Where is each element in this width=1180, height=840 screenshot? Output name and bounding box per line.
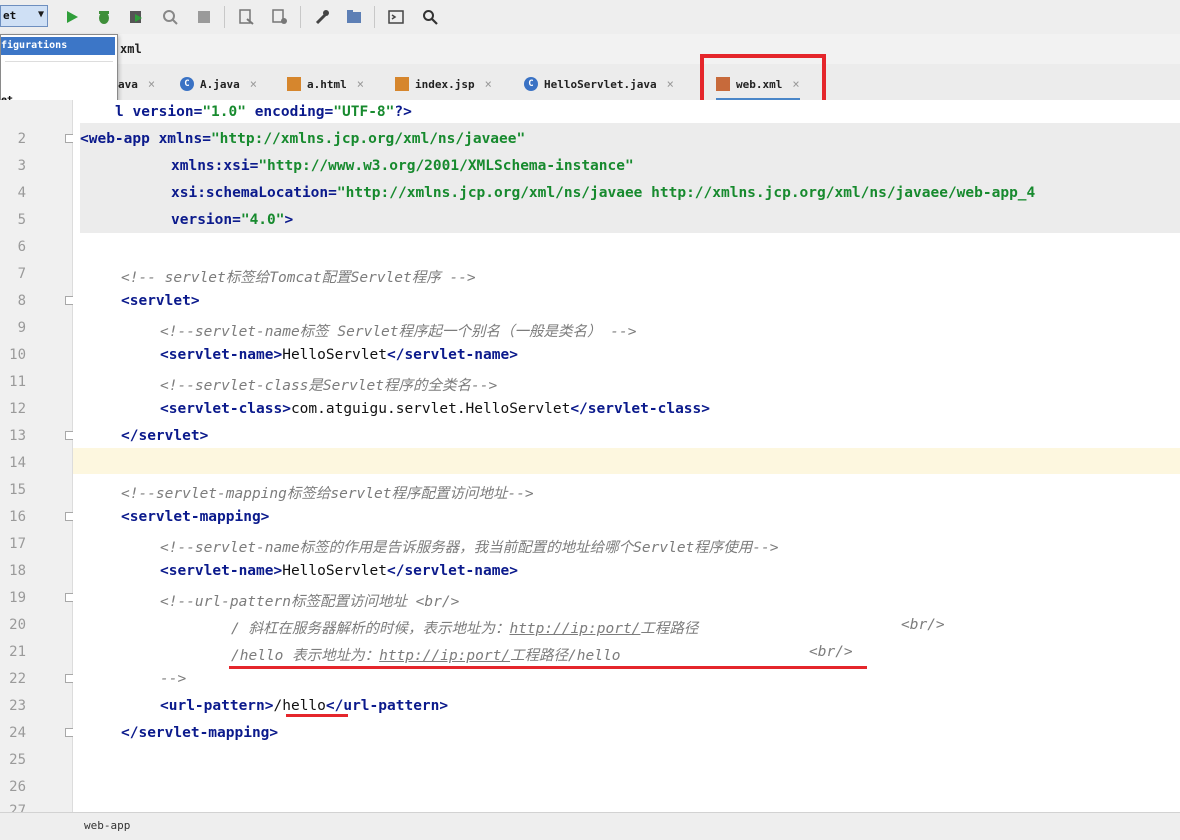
toolbar-separator xyxy=(374,6,375,28)
close-icon[interactable]: × xyxy=(357,77,364,91)
line-number: 9 xyxy=(17,320,26,336)
code-line-20: / 斜杠在服务器解析的时候，表示地址为：http://ip:port/工程路径 <… xyxy=(231,617,945,637)
tab-index-jsp[interactable]: index.jsp × xyxy=(395,70,492,98)
current-line-highlight xyxy=(73,448,1180,474)
line-number: 2 xyxy=(17,131,26,147)
project-structure-icon[interactable] xyxy=(344,7,364,27)
breadcrumb[interactable]: web-app xyxy=(84,819,130,832)
code-editor[interactable]: l version="1.0" encoding="UTF-8"?> <web-… xyxy=(73,100,1180,812)
line-number: 26 xyxy=(9,779,26,795)
line-number: 22 xyxy=(9,671,26,687)
navigation-bar: xml xyxy=(0,34,1180,65)
line-number: 11 xyxy=(9,374,26,390)
code-line-19: <!--url-pattern标签配置访问地址 <br/> xyxy=(160,594,460,610)
popup-item-edit-configurations[interactable]: figurations xyxy=(1,37,115,55)
code-line-12: <servlet-class>com.atguigu.servlet.Hello… xyxy=(160,401,710,417)
code-line-2: <web-app xmlns="http://xmlns.jcp.org/xml… xyxy=(80,131,526,147)
run-configuration-label: et xyxy=(3,9,17,22)
annotation-underline xyxy=(229,666,867,669)
line-number: 3 xyxy=(17,158,26,174)
line-number: 6 xyxy=(17,239,26,255)
line-number: 7 xyxy=(17,266,26,282)
code-line-22: --> xyxy=(160,671,187,687)
code-line-23: <url-pattern>/hello</url-pattern> xyxy=(160,698,449,714)
build-icon[interactable] xyxy=(236,7,256,27)
close-icon[interactable]: × xyxy=(667,77,674,91)
close-icon[interactable]: × xyxy=(250,77,257,91)
status-bar: web-app xyxy=(0,812,1180,840)
profile-icon[interactable] xyxy=(160,7,180,27)
settings-wrench-icon[interactable] xyxy=(312,7,332,27)
run-icon[interactable] xyxy=(62,7,82,27)
line-number: 4 xyxy=(17,185,26,201)
tab-label: ava xyxy=(118,77,138,91)
close-icon[interactable]: × xyxy=(485,77,492,91)
sync-icon[interactable] xyxy=(270,7,290,27)
tab-a-java[interactable]: C A.java × xyxy=(180,70,257,98)
line-number: 18 xyxy=(9,563,26,579)
code-line-7: <!-- servlet标签给Tomcat配置Servlet程序 --> xyxy=(121,270,476,286)
close-icon[interactable]: × xyxy=(148,77,155,91)
code-line-21: /hello 表示地址为：http://ip:port/工程路径/hello <b… xyxy=(231,644,853,664)
html-file-icon xyxy=(287,77,301,91)
code-line-9: <!--servlet-name标签 Servlet程序起一个别名（一般是类名）… xyxy=(160,324,637,340)
code-line-8: <servlet> xyxy=(121,293,200,309)
line-number: 5 xyxy=(17,212,26,228)
code-line-3: xmlns:xsi="http://www.w3.org/2001/XMLSch… xyxy=(171,158,634,174)
line-number: 20 xyxy=(9,617,26,633)
tab-label: index.jsp xyxy=(415,77,475,91)
line-number: 16 xyxy=(9,509,26,525)
line-number: 15 xyxy=(9,482,26,498)
line-number: 13 xyxy=(9,428,26,444)
code-line-4: xsi:schemaLocation="http://xmlns.jcp.org… xyxy=(171,185,1036,201)
line-number: 21 xyxy=(9,644,26,660)
line-number: 10 xyxy=(9,347,26,363)
stop-icon[interactable] xyxy=(194,7,214,27)
line-number: 8 xyxy=(17,293,26,309)
code-line-11: <!--servlet-class是Servlet程序的全类名--> xyxy=(160,378,498,394)
tab-java-partial[interactable]: ava × xyxy=(118,70,155,98)
run-configuration-select[interactable]: et ▼ xyxy=(0,5,48,27)
terminal-icon[interactable] xyxy=(386,7,406,27)
tab-label: a.html xyxy=(307,77,347,91)
annotation-underline xyxy=(286,714,348,717)
line-number: 17 xyxy=(9,536,26,552)
code-line-24: </servlet-mapping> xyxy=(121,725,279,741)
line-number-gutter: 2 3 4 5 6 7 8 9 10 11 12 13 14 15 16 17 … xyxy=(0,100,74,819)
code-line-15: <!--servlet-mapping标签给servlet程序配置访问地址--> xyxy=(121,486,534,502)
line-number: 23 xyxy=(9,698,26,714)
editor-tabs: ava × C A.java × a.html × index.jsp × C … xyxy=(0,64,1180,101)
java-class-icon: C xyxy=(180,77,194,91)
toolbar-separator xyxy=(300,6,301,28)
code-line-5: version="4.0"> xyxy=(171,212,294,228)
debug-icon[interactable] xyxy=(94,7,114,27)
tab-helloservlet-java[interactable]: C HelloServlet.java × xyxy=(524,70,674,98)
line-number: 19 xyxy=(9,590,26,606)
line-number: 24 xyxy=(9,725,26,741)
toolbar-separator xyxy=(224,6,225,28)
tab-label: A.java xyxy=(200,77,240,91)
main-toolbar: et ▼ xyxy=(0,0,1180,35)
code-line-1: l version="1.0" encoding="UTF-8"?> xyxy=(115,104,412,120)
tab-a-html[interactable]: a.html × xyxy=(287,70,364,98)
line-number: 12 xyxy=(9,401,26,417)
java-class-icon: C xyxy=(524,77,538,91)
popup-separator xyxy=(5,61,113,62)
line-number: 25 xyxy=(9,752,26,768)
jsp-file-icon xyxy=(395,77,409,91)
tab-label: HelloServlet.java xyxy=(544,77,657,91)
search-icon[interactable] xyxy=(420,7,440,27)
chevron-down-icon: ▼ xyxy=(37,9,44,20)
code-line-16: <servlet-mapping> xyxy=(121,509,270,525)
nav-breadcrumb-file[interactable]: xml xyxy=(120,42,142,56)
code-line-18: <servlet-name>HelloServlet</servlet-name… xyxy=(160,563,518,579)
line-number: 14 xyxy=(9,455,26,471)
code-line-17: <!--servlet-name标签的作用是告诉服务器，我当前配置的地址给哪个S… xyxy=(160,540,779,556)
code-line-13: </servlet> xyxy=(121,428,209,444)
code-line-10: <servlet-name>HelloServlet</servlet-name… xyxy=(160,347,518,363)
coverage-icon[interactable] xyxy=(126,7,146,27)
